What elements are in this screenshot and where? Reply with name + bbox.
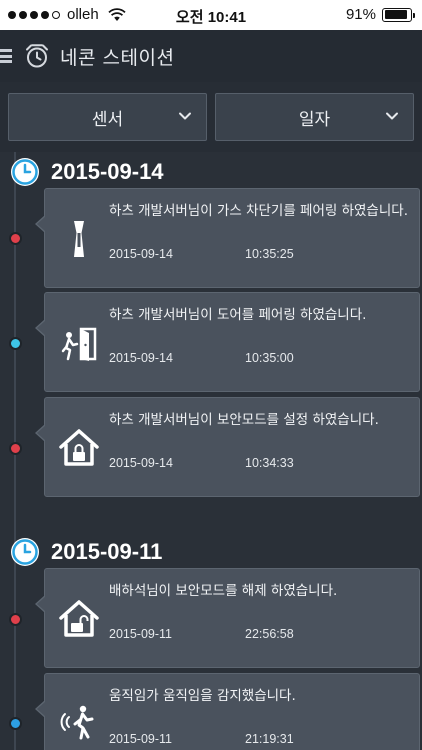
gas-valve-icon xyxy=(74,221,84,257)
filter-bar: 센서 일자 xyxy=(0,82,422,152)
date-header: 2015-09-14 xyxy=(10,155,164,189)
sensor-dropdown[interactable]: 센서 xyxy=(8,93,207,141)
menu-icon[interactable] xyxy=(0,47,14,65)
status-dot-red xyxy=(9,442,22,455)
event-card[interactable]: 하츠 개발서버님이 가스 차단기를 페어링 하였습니다. 2015-09-14 … xyxy=(35,188,420,288)
event-time: 10:34:33 xyxy=(245,456,294,470)
event-date: 2015-09-11 xyxy=(109,627,173,641)
event-date: 2015-09-14 xyxy=(109,456,173,470)
event-time: 10:35:00 xyxy=(245,351,294,365)
event-time: 22:56:58 xyxy=(245,627,294,641)
sensor-dropdown-label: 센서 xyxy=(91,109,124,130)
chevron-down-icon xyxy=(179,112,191,120)
event-time: 10:35:25 xyxy=(245,247,294,261)
event-message: 하츠 개발서버님이 가스 차단기를 페어링 하였습니다. xyxy=(109,203,408,219)
status-dot-red xyxy=(9,232,22,245)
battery-icon xyxy=(382,7,415,22)
battery-percent: 91% xyxy=(345,6,376,23)
event-time: 21:19:31 xyxy=(245,732,294,746)
status-dot-blue xyxy=(9,717,22,730)
event-message: 하츠 개발서버님이 보안모드를 설정 하였습니다. xyxy=(109,412,379,428)
event-card[interactable]: 움직임가 움직임을 감지했습니다. 2015-09-11 21:19:31 xyxy=(35,673,420,750)
date-header: 2015-09-11 xyxy=(10,535,162,569)
battery-group: 91% xyxy=(345,6,415,23)
clock-icon xyxy=(11,158,39,186)
home-lock-icon xyxy=(59,429,99,466)
home-unlock-icon xyxy=(59,600,99,637)
status-dot-red xyxy=(9,613,22,626)
date-header-text: 2015-09-14 xyxy=(51,159,164,184)
app-header: 네콘 스테이션 xyxy=(0,30,422,82)
alarm-clock-icon xyxy=(26,44,48,68)
app-title: 네콘 스테이션 xyxy=(60,46,175,69)
event-card[interactable]: 하츠 개발서버님이 보안모드를 설정 하였습니다. 2015-09-14 10:… xyxy=(35,397,420,497)
event-message: 배하석님이 보안모드를 해제 하였습니다. xyxy=(109,583,338,599)
event-date: 2015-09-14 xyxy=(109,351,173,365)
date-dropdown[interactable]: 일자 xyxy=(215,93,414,141)
motion-sensor-icon xyxy=(60,705,94,740)
event-card[interactable]: 하츠 개발서버님이 도어를 페어링 하였습니다. 2015-09-14 10:3… xyxy=(35,292,420,392)
event-message: 움직임가 움직임을 감지했습니다. xyxy=(109,688,296,704)
event-message: 하츠 개발서버님이 도어를 페어링 하였습니다. xyxy=(109,307,367,323)
event-card[interactable]: 배하석님이 보안모드를 해제 하였습니다. 2015-09-11 22:56:5… xyxy=(35,568,420,668)
event-date: 2015-09-14 xyxy=(109,247,173,261)
event-date: 2015-09-11 xyxy=(109,732,173,746)
date-dropdown-label: 일자 xyxy=(298,109,331,130)
date-header-text: 2015-09-11 xyxy=(51,539,163,564)
clock-icon xyxy=(11,538,39,566)
status-dot-cyan xyxy=(9,337,22,350)
status-bar: olleh 오전 10:41 91% xyxy=(0,0,422,30)
battery-fill xyxy=(384,10,408,19)
door-icon xyxy=(61,327,97,361)
chevron-down-icon xyxy=(386,112,398,120)
